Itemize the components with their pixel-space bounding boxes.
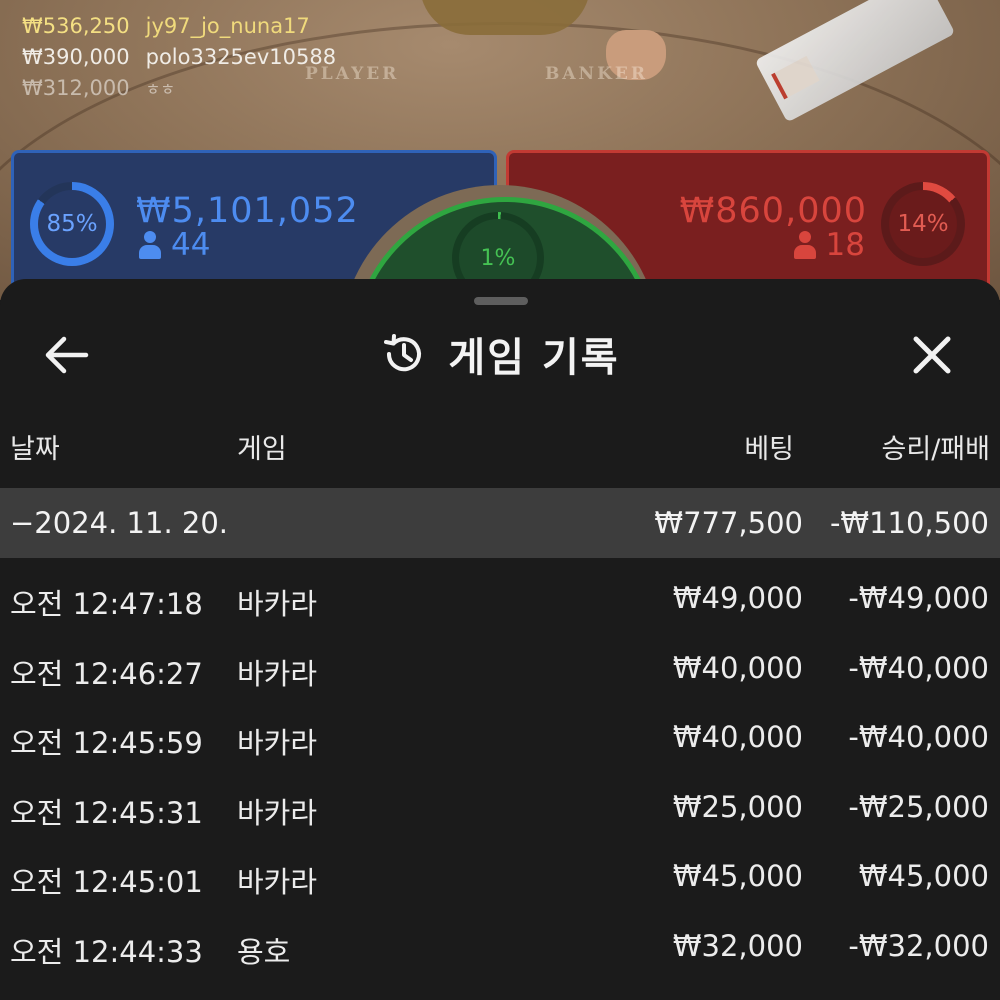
history-row[interactable]: 오전 12:44:33 용호 ₩32,000 -₩32,000	[0, 912, 1000, 982]
row-game: 바카라	[237, 656, 318, 691]
date-group-row[interactable]: −2024. 11. 20. ₩777,500 -₩110,500	[0, 488, 1000, 558]
player-bet-amount: ₩5,101,052	[136, 191, 359, 231]
history-row[interactable]: 오전 12:45:01 바카라 ₩45,000 ₩45,000	[0, 842, 1000, 912]
history-row[interactable]: 오전 12:47:18 바카라 ₩49,000 -₩49,000	[0, 564, 1000, 634]
player-percent: 85%	[46, 211, 98, 237]
row-time: 오전 12:45:01	[10, 865, 203, 900]
table-header: 날짜 게임 베팅 승리/패배	[0, 427, 1000, 471]
player-count: 44	[139, 227, 210, 263]
row-bet: ₩40,000	[672, 650, 803, 685]
history-row[interactable]: 오전 12:45:31 바카라 ₩25,000 -₩25,000	[0, 773, 1000, 843]
column-header-game: 게임	[237, 434, 287, 465]
row-bet: ₩45,000	[672, 859, 803, 894]
column-header-bet: 베팅	[744, 434, 794, 465]
banker-count-value: 18	[825, 227, 865, 263]
history-row[interactable]: 오전 12:46:27 바카라 ₩40,000 -₩40,000	[0, 634, 1000, 704]
sheet-drag-handle[interactable]	[474, 297, 528, 305]
row-win-loss: -₩40,000	[848, 720, 989, 755]
banker-count: 18	[793, 227, 865, 263]
person-icon	[139, 231, 161, 259]
column-header-date: 날짜	[10, 434, 60, 465]
row-game: 용호	[237, 934, 291, 969]
row-game: 바카라	[237, 865, 318, 900]
row-win-loss: -₩32,000	[848, 928, 989, 963]
row-win-loss: ₩45,000	[858, 859, 989, 894]
leader-name: ㅎㅎ	[145, 79, 176, 99]
banker-percent: 14%	[897, 211, 949, 237]
row-win-loss: -₩49,000	[848, 581, 989, 615]
player-percent-ring: 85%	[30, 182, 114, 266]
shoe-card	[771, 55, 820, 100]
date-group-win-loss-total: -₩110,500	[829, 506, 989, 540]
player-count-value: 44	[171, 227, 211, 263]
row-win-loss: -₩40,000	[848, 650, 989, 685]
history-icon	[380, 331, 426, 377]
row-game: 바카라	[237, 726, 318, 761]
row-time: 오전 12:45:59	[10, 726, 203, 761]
row-bet: ₩40,000	[672, 720, 803, 755]
felt-banker-label: BANKER	[545, 64, 648, 84]
leaderboard: ₩536,250 jy97_jo_nuna17 ₩390,000 polo332…	[22, 10, 336, 103]
row-time: 오전 12:44:33	[10, 934, 203, 969]
leader-amount: ₩536,250	[22, 13, 130, 38]
leader-name: polo3325ev10588	[145, 44, 337, 69]
row-game: 바카라	[237, 795, 318, 830]
row-bet: ₩32,000	[672, 928, 803, 963]
page-title: 게임 기록	[448, 335, 620, 381]
date-group-bet-total: ₩777,500	[654, 506, 803, 540]
person-icon	[793, 231, 816, 259]
date-group-label[interactable]: −2024. 11. 20.	[10, 506, 228, 540]
row-game: 바카라	[237, 587, 318, 621]
row-time: 오전 12:46:27	[10, 656, 203, 691]
tie-percent: 1%	[480, 245, 516, 271]
row-bet: ₩25,000	[672, 789, 803, 824]
row-time: 오전 12:45:31	[10, 795, 203, 830]
history-list: 오전 12:47:18 바카라 ₩49,000 -₩49,000 오전 12:4…	[0, 564, 1000, 982]
leaderboard-row: ₩312,000 ㅎㅎ	[22, 72, 336, 103]
sheet-header: 게임 기록	[0, 319, 1000, 389]
column-header-win-loss: 승리/패배	[881, 434, 990, 465]
banker-percent-ring: 14%	[881, 182, 965, 266]
close-icon[interactable]	[908, 331, 956, 379]
leader-amount: ₩312,000	[22, 75, 130, 100]
history-row[interactable]: 오전 12:45:59 바카라 ₩40,000 -₩40,000	[0, 703, 1000, 773]
banker-bet-amount: ₩860,000	[679, 191, 867, 231]
leader-amount: ₩390,000	[22, 44, 130, 69]
row-bet: ₩49,000	[672, 581, 803, 615]
leaderboard-row: ₩536,250 jy97_jo_nuna17	[22, 10, 336, 41]
leaderboard-row: ₩390,000 polo3325ev10588	[22, 41, 336, 72]
row-time: 오전 12:47:18	[10, 587, 203, 621]
row-win-loss: -₩25,000	[848, 789, 989, 824]
game-history-sheet: 게임 기록 날짜 게임 베팅 승리/패배 −2024. 11. 20. ₩777…	[0, 279, 1000, 1000]
leader-name: jy97_jo_nuna17	[145, 13, 310, 38]
sheet-title-group: 게임 기록	[0, 325, 1000, 383]
